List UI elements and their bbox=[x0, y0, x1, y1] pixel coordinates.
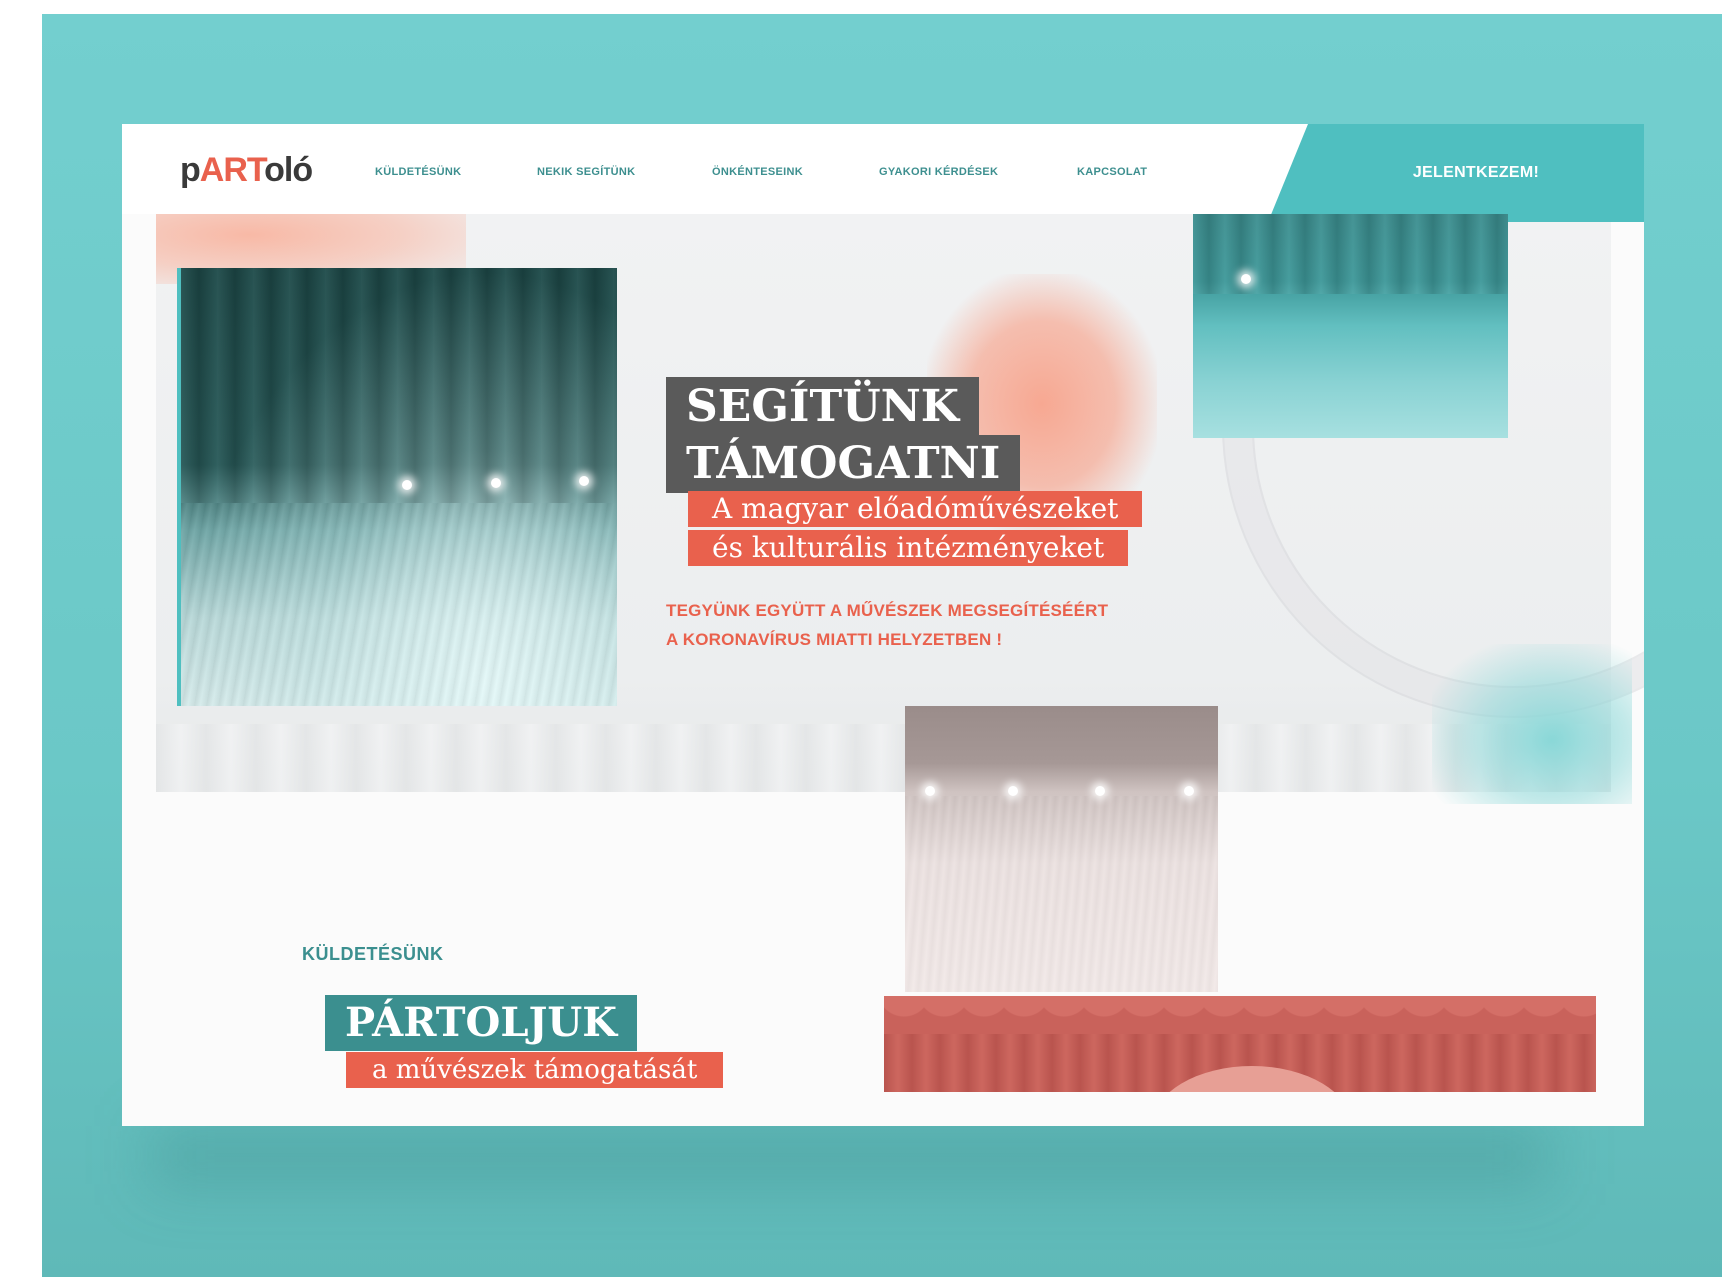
site-logo[interactable]: pARToló bbox=[180, 150, 313, 190]
website-mockup: pARToló KÜLDETÉSÜNK NEKIK SEGÍTÜNK ÖNKÉN… bbox=[122, 124, 1644, 1126]
theater-curtain-illustration bbox=[884, 996, 1596, 1092]
hero-subtitle-line-1: A magyar előadóművészeket bbox=[688, 491, 1143, 527]
stage-floor bbox=[905, 796, 1218, 992]
stage-light-icon bbox=[1184, 786, 1194, 796]
stage-light-icon bbox=[402, 480, 412, 490]
stage-light-icon bbox=[579, 476, 589, 486]
hero-title-line-1: SEGÍTÜNK bbox=[666, 377, 980, 437]
logo-text-p: p bbox=[180, 151, 201, 189]
signup-button[interactable]: JELENTKEZEM! bbox=[1268, 124, 1644, 222]
nav-link-nekik-segitunk[interactable]: NEKIK SEGÍTÜNK bbox=[537, 166, 635, 178]
section-title: PÁRTOLJUK bbox=[325, 995, 638, 1051]
site-shadow bbox=[150, 1125, 1550, 1185]
section-subtitle: a művészek támogatását bbox=[346, 1052, 724, 1088]
hero-subtitle-line-2: és kulturális intézményeket bbox=[688, 530, 1129, 566]
stage-photo-teal bbox=[181, 268, 617, 706]
nav-link-kuldetesunk[interactable]: KÜLDETÉSÜNK bbox=[375, 166, 461, 178]
teal-glow-decoration bbox=[1432, 644, 1632, 804]
hero-tagline-line-1: TEGYÜNK EGYÜTT A MŰVÉSZEK MEGSEGÍTÉSÉÉRT bbox=[666, 601, 1109, 620]
logo-text-art: ART bbox=[199, 151, 265, 189]
stage-photo-pink bbox=[905, 706, 1218, 992]
hero-curtain-folds bbox=[156, 724, 1611, 792]
stage-floor bbox=[181, 503, 617, 706]
stage-light-icon bbox=[925, 786, 935, 796]
stage-light-icon bbox=[1241, 274, 1251, 284]
curtain-valance bbox=[884, 996, 1596, 1034]
nav-link-kapcsolat[interactable]: KAPCSOLAT bbox=[1077, 166, 1147, 178]
logo-text-olo: oló bbox=[264, 151, 313, 189]
stage-curtain bbox=[1193, 214, 1508, 294]
hero-tagline-line-2: A KORONAVÍRUS MIATTI HELYZETBEN ! bbox=[666, 630, 1003, 649]
nav-link-onkenteseink[interactable]: ÖNKÉNTESEINK bbox=[712, 166, 803, 178]
nav-link-gyakori-kerdesek[interactable]: GYAKORI KÉRDÉSEK bbox=[879, 166, 998, 178]
stage-light-icon bbox=[1095, 786, 1105, 796]
hero-tagline: TEGYÜNK EGYÜTT A MŰVÉSZEK MEGSEGÍTÉSÉÉRT… bbox=[666, 596, 1108, 654]
stage-curtain bbox=[181, 268, 617, 503]
stage-photo-teal-small bbox=[1193, 214, 1508, 438]
signup-button-label: JELENTKEZEM! bbox=[1412, 164, 1540, 181]
stage-light-icon bbox=[491, 478, 501, 488]
hero-title-line-2: TÁMOGATNI bbox=[666, 435, 1021, 493]
section-label: KÜLDETÉSÜNK bbox=[302, 944, 444, 964]
stage-light-icon bbox=[1008, 786, 1018, 796]
